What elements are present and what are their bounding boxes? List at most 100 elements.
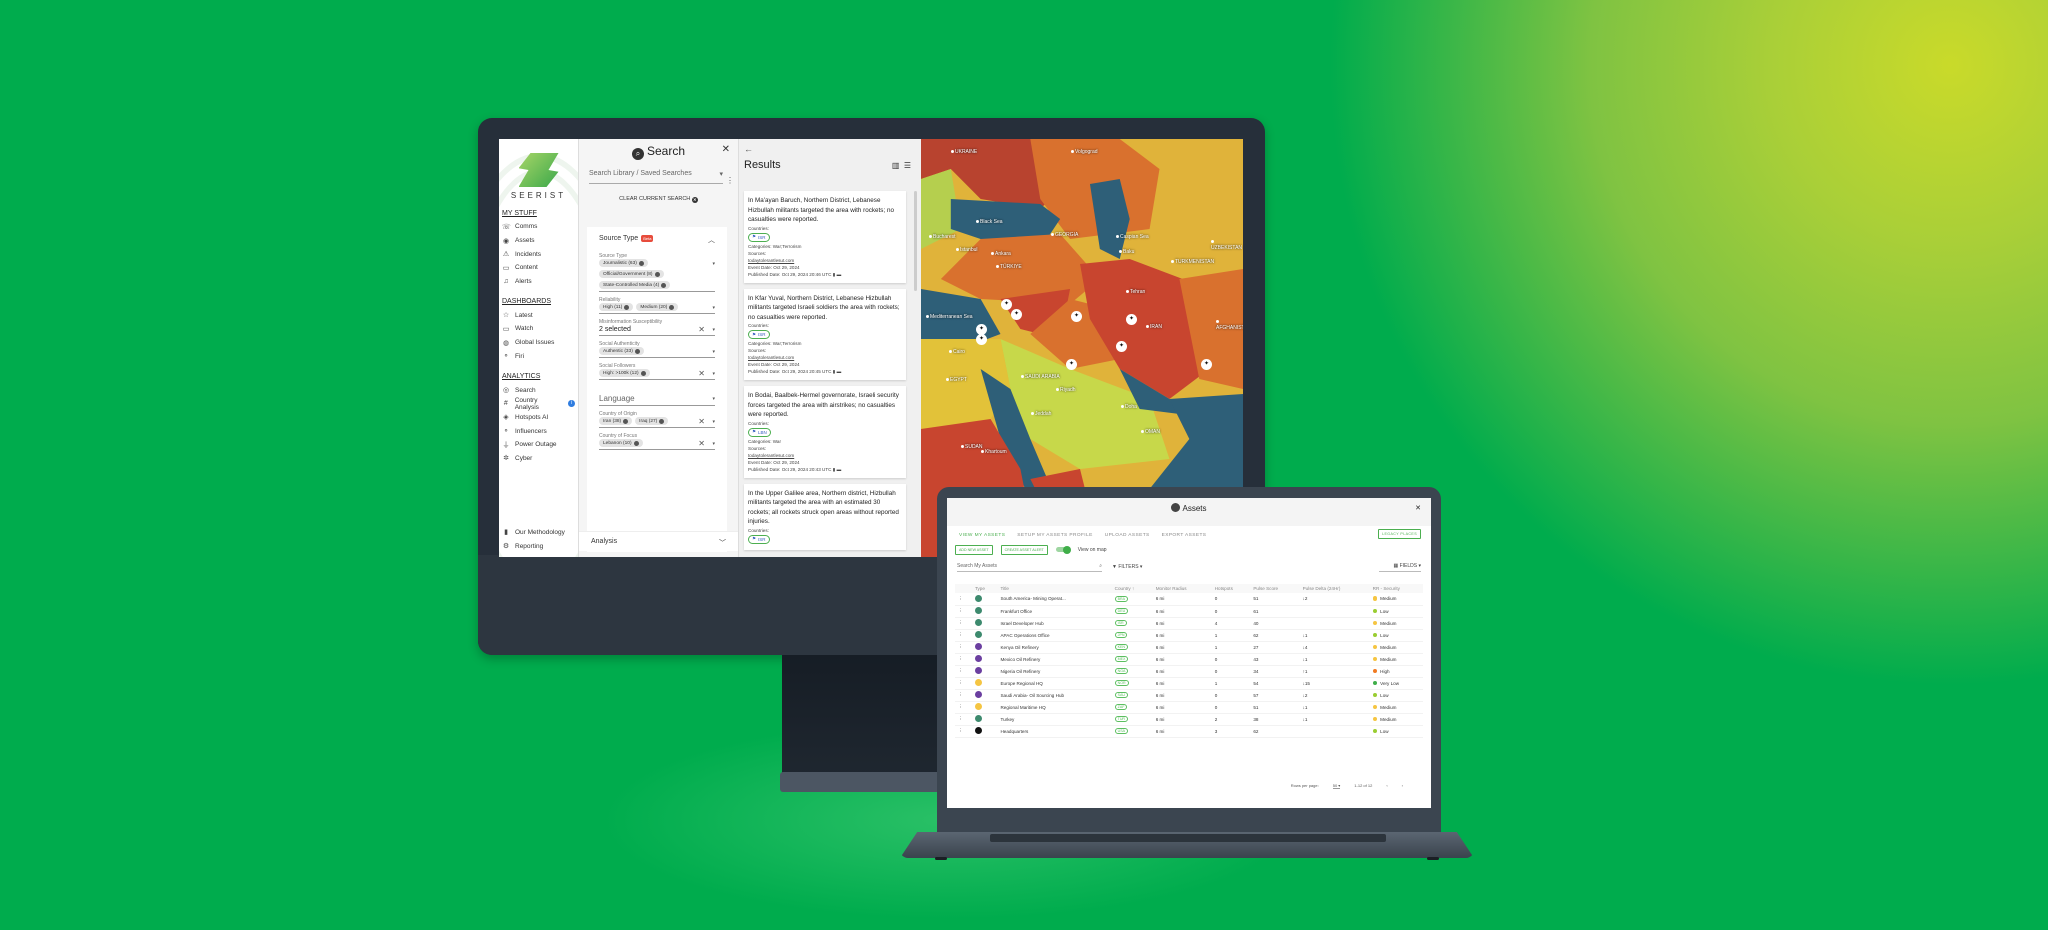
result-card[interactable]: In the Upper Galilee area, Northern dist… [744,483,906,550]
row-menu-icon[interactable]: ⋮ [955,617,972,630]
asset-title[interactable]: Turkey [997,713,1112,726]
source-type-header[interactable]: Source Type Beta ︿ [599,235,715,245]
asset-title[interactable]: Saudi Arabia- Oil Sourcing Hub [997,689,1112,702]
prev-page-icon[interactable]: ‹ [1386,783,1387,789]
asset-title[interactable]: Kenya Oil Refinery [997,641,1112,654]
sidebar-item-content[interactable]: ▭ Content [499,261,578,275]
next-page-icon[interactable]: › [1402,783,1403,789]
table-row[interactable]: ⋮ Saudi Arabia- Oil Sourcing Hub SAU 6 mi 0 5… [955,689,1423,702]
country-badge[interactable]: ⚑ LBN [748,427,771,437]
clear-icon[interactable]: ✕ [698,439,705,448]
row-menu-icon[interactable]: ⋮ [955,713,972,726]
event-marker-icon[interactable]: ✦ [1001,299,1012,310]
source-link[interactable]: todaytolerantlesut.com [748,257,902,264]
table-row[interactable]: ⋮ Europe Regional HQ NOR 6 mi 1 54 ↓15 Very Low [955,677,1423,690]
row-menu-icon[interactable]: ⋮ [955,725,972,738]
clear-icon[interactable]: ✕ [698,417,705,426]
column-header[interactable]: Pulse Delta (24Hr) [1299,584,1370,593]
source_type-select[interactable]: Journalistic (63) Official/Government (8)… [599,259,715,292]
remove-chip-icon[interactable] [669,304,675,310]
asset-title[interactable]: Frankfurt Office [997,605,1112,618]
sidebar-item-power-outage[interactable]: ⏚ Power Outage [499,438,578,452]
sidebar-item-influencers[interactable]: ⚬ Influencers [499,424,578,438]
filters-button[interactable]: ▼ FILTERS ▾ [1112,564,1142,570]
sidebar-item-cyber[interactable]: ✲ Cyber [499,452,578,466]
misinformation-select[interactable]: 2 selected ✕ ▾ [599,325,715,336]
column-header[interactable]: Pulse Score [1250,584,1300,593]
source-link[interactable]: todaytolerantlesut.com [748,354,902,361]
folder-icon[interactable]: ▬ [837,272,842,277]
country-badge[interactable]: ⚑ ISR [748,534,770,544]
filter-chip[interactable]: Medium (20) [636,303,679,311]
view-on-map-toggle[interactable] [1055,545,1071,554]
column-header[interactable]: Country ↑ [1111,584,1153,593]
remove-chip-icon[interactable] [624,304,630,310]
tab-setup-my-assets-profile[interactable]: SETUP MY ASSETS PROFILE [1017,533,1092,538]
sidebar-item-reporting[interactable]: ⚙ Reporting [499,539,578,553]
legacy-places-button[interactable]: LEGACY PLACES [1378,529,1421,539]
row-menu-icon[interactable]: ⋮ [955,629,972,642]
sidebar-item-watch[interactable]: ▭ Watch [499,322,578,336]
column-header[interactable]: Monitor Radius [1152,584,1212,593]
asset-title[interactable]: Mexico Oil Refinery [997,653,1112,666]
asset-title[interactable]: Headquarters [997,725,1112,738]
filter-chip[interactable]: Official/Government (8) [599,270,664,278]
sidebar-item-search[interactable]: ◎ Search [499,383,578,397]
sidebar-item-hotspots-ai[interactable]: ◈ Hotspots AI [499,411,578,425]
remove-chip-icon[interactable] [640,370,646,376]
filter-chip[interactable]: Iran (38) [599,417,633,425]
sidebar-item-alerts[interactable]: ♫ Alerts [499,275,578,289]
event-marker-icon[interactable]: ✦ [976,334,987,345]
remove-chip-icon[interactable] [661,282,667,288]
social_followers-select[interactable]: High: >100k (12) ✕ ▾ [599,369,715,380]
table-row[interactable]: ⋮ Frankfurt Office DEU 6 mi 0 61 Low [955,605,1423,618]
column-header[interactable]: Type [971,584,998,593]
asset-title[interactable]: Regional Maritime HQ [997,701,1112,714]
reliability-select[interactable]: High (11) Medium (20) ▾ [599,303,715,314]
tab-upload-assets[interactable]: UPLOAD ASSETS [1105,533,1150,538]
clear-current-search-button[interactable]: CLEAR CURRENT SEARCH ✕ [579,196,738,203]
filter-chip[interactable]: Iraq (27) [635,417,669,425]
language-select[interactable]: Language ▾ [599,394,715,406]
clear-icon[interactable]: ✕ [698,325,705,334]
sidebar-item-global-issues[interactable]: ◍ Global Issues [499,336,578,350]
asset-title[interactable]: South America- Mining Operat... [997,593,1112,606]
filter-chip[interactable]: High (11) [599,303,634,311]
source-link[interactable]: todaytolerantlesut.com [748,452,902,459]
tab-view-my-assets[interactable]: VIEW MY ASSETS [959,533,1005,538]
seerist-logo[interactable]: SEERIST [499,153,578,200]
row-menu-icon[interactable]: ⋮ [955,677,972,690]
event-marker-icon[interactable]: ✦ [1011,309,1022,320]
clear-icon[interactable]: ✕ [698,369,705,378]
country_origin-select[interactable]: Iran (38) Iraq (27) ✕ ▾ [599,417,715,428]
remove-chip-icon[interactable] [633,440,639,446]
sidebar-item-assets[interactable]: ◉ Assets [499,234,578,248]
table-row[interactable]: ⋮ Turkey TUR 6 mi 2 38 ↓1 Medium [955,713,1423,726]
filter-chip[interactable]: State-Controlled Media (4) [599,281,671,289]
remove-chip-icon[interactable] [654,271,660,277]
remove-chip-icon[interactable] [659,418,665,424]
column-header[interactable]: Hotspots [1211,584,1251,593]
folder-icon[interactable]: ▬ [837,369,842,374]
more-options-icon[interactable]: ⋮ [726,176,734,185]
row-menu-icon[interactable]: ⋮ [955,701,972,714]
sidebar-item-our-methodology[interactable]: ▮ Our Methodology [499,526,578,540]
row-menu-icon[interactable]: ⋮ [955,605,972,618]
analysis-section[interactable]: Analysis ﹀ [579,531,738,551]
event-marker-icon[interactable]: ✦ [1126,314,1137,325]
rows-per-page-select[interactable]: 50 ▾ [1332,783,1341,789]
filter-chip[interactable]: Journalistic (63) [599,259,648,267]
column-header[interactable]: RR - Security [1369,584,1423,593]
row-menu-icon[interactable]: ⋮ [955,593,972,606]
column-header[interactable]: Title [997,584,1112,593]
create-asset-alert-button[interactable]: CREATE ASSET ALERT [1000,544,1048,555]
sidebar-item-incidents[interactable]: ⚠ Incidents [499,247,578,261]
filter-chip[interactable]: Authentic (33) [599,347,644,355]
country_focus-select[interactable]: Lebanon (10) ✕ ▾ [599,439,715,450]
filter-chip[interactable]: Lebanon (10) [599,439,643,447]
table-row[interactable]: ⋮ APAC Operations Office JPN 6 mi 1 62 ↓1 Low [955,629,1423,642]
fields-button[interactable]: ▦ FIELDS ▾ [1379,563,1421,572]
chart-icon[interactable]: ▥ [892,161,900,170]
row-menu-icon[interactable]: ⋮ [955,653,972,666]
social_authenticity-select[interactable]: Authentic (33) ▾ [599,347,715,358]
